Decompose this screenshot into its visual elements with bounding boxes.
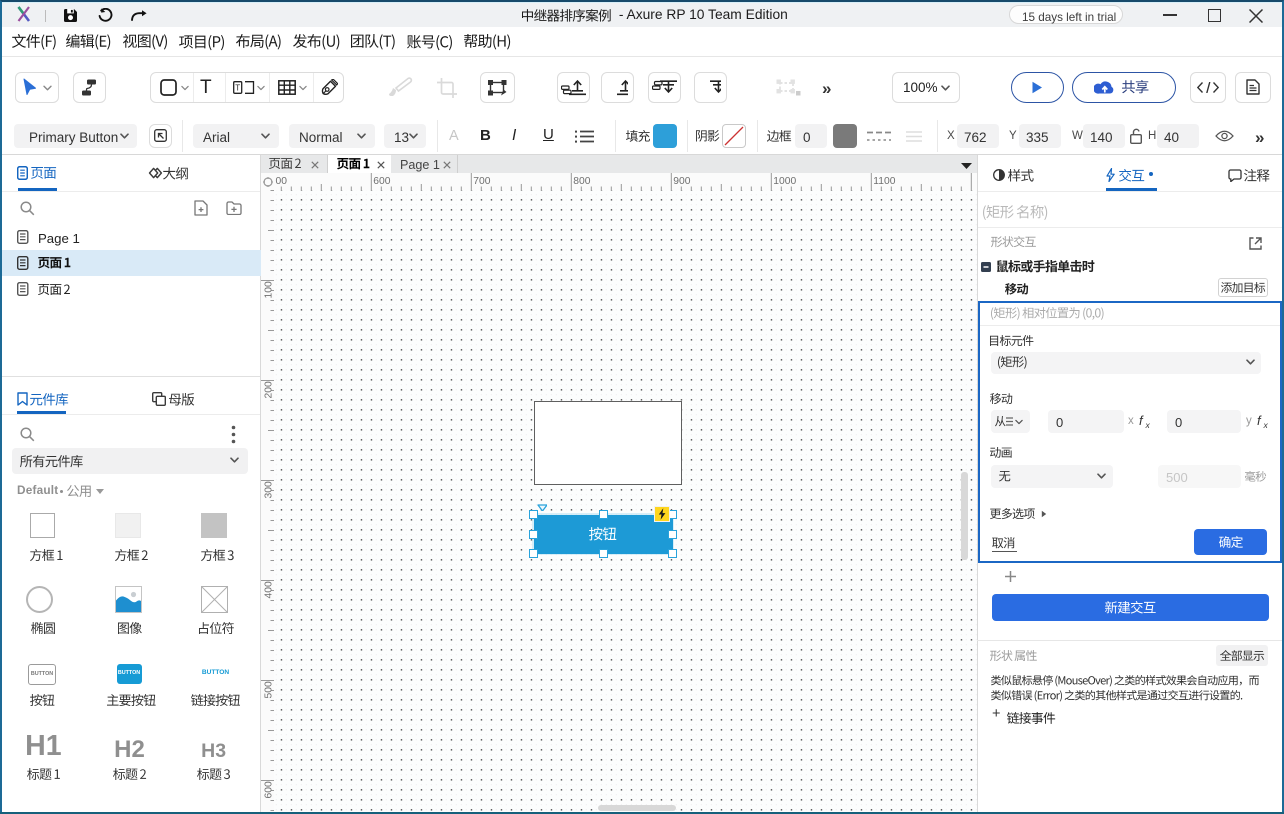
svg-text:100: 100 xyxy=(264,281,275,298)
svg-text:200: 200 xyxy=(264,381,275,398)
svg-text:600: 600 xyxy=(264,781,275,798)
svg-text:600: 600 xyxy=(373,176,390,187)
svg-text:400: 400 xyxy=(264,581,275,598)
svg-text:T: T xyxy=(235,84,240,93)
svg-text:900: 900 xyxy=(673,176,690,187)
svg-text:1100: 1100 xyxy=(873,176,895,187)
svg-text:00: 00 xyxy=(276,176,288,187)
svg-text:1000: 1000 xyxy=(773,176,796,187)
svg-text:300: 300 xyxy=(264,481,275,498)
svg-text:500: 500 xyxy=(264,681,275,698)
svg-text:700: 700 xyxy=(473,176,490,187)
svg-text:800: 800 xyxy=(573,176,590,187)
